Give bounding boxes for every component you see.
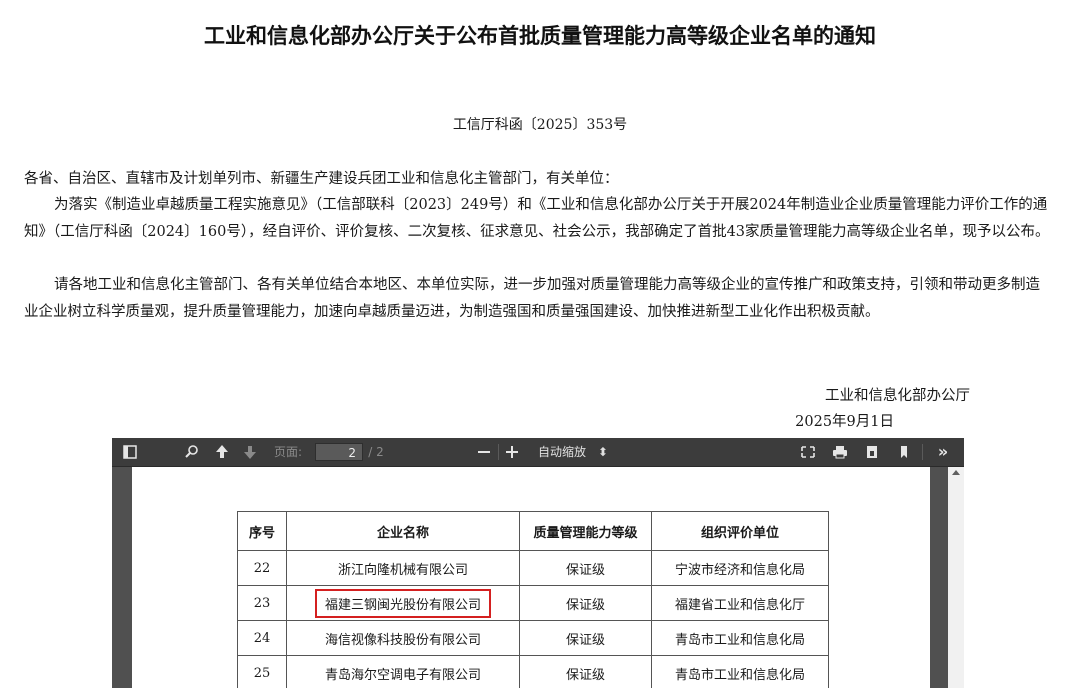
next-page-icon[interactable] <box>240 438 260 466</box>
cell-company: 海信视像科技股份有限公司 <box>286 620 520 656</box>
page-number-input[interactable]: 2 <box>315 443 363 461</box>
prev-page-icon[interactable] <box>212 438 232 466</box>
zoom-in-icon[interactable] <box>502 438 522 466</box>
addressee: 各省、自治区、直辖市及计划单列市、新疆生产建设兵团工业和信息化主管部门，有关单位… <box>24 171 619 187</box>
download-icon[interactable] <box>862 438 882 466</box>
cell-level: 保证级 <box>519 550 652 586</box>
cell-index: 25 <box>237 655 287 688</box>
enterprise-table: 序号 企业名称 质量管理能力等级 组织评价单位 22 浙江向隆机械有限公司 保证… <box>237 511 829 688</box>
pdf-toolbar: 页面: 2 / 2 自动缩放 ⬍ » <box>112 438 964 467</box>
pdf-page: 序号 企业名称 质量管理能力等级 组织评价单位 22 浙江向隆机械有限公司 保证… <box>132 467 930 688</box>
cell-company: 青岛海尔空调电子有限公司 <box>286 655 520 688</box>
header-company: 企业名称 <box>286 511 520 551</box>
cell-evaluator: 福建省工业和信息化厅 <box>651 585 829 621</box>
cell-company: 福建三钢闽光股份有限公司 <box>286 585 520 621</box>
header-index: 序号 <box>237 511 287 551</box>
cell-evaluator: 宁波市经济和信息化局 <box>651 550 829 586</box>
paragraph-1: 为落实《制造业卓越质量工程实施意见》（工信部联科〔2023〕249号）和《工业和… <box>24 197 1050 240</box>
cell-evaluator: 青岛市工业和信息化局 <box>651 655 829 688</box>
print-icon[interactable] <box>830 438 850 466</box>
cell-level: 保证级 <box>519 655 652 688</box>
scroll-up-icon[interactable] <box>952 470 960 475</box>
cell-company: 浙江向隆机械有限公司 <box>286 550 520 586</box>
page-total: / 2 <box>368 445 384 459</box>
signature-date: 2025年9月1日 <box>795 414 894 430</box>
toolbar-divider-right <box>922 444 923 460</box>
more-tools-icon[interactable]: » <box>932 438 954 466</box>
cell-evaluator: 青岛市工业和信息化局 <box>651 620 829 656</box>
header-level: 质量管理能力等级 <box>519 511 652 551</box>
table-row: 25 青岛海尔空调电子有限公司 保证级 青岛市工业和信息化局 <box>237 655 829 688</box>
table-header-row: 序号 企业名称 质量管理能力等级 组织评价单位 <box>237 511 829 551</box>
cell-index: 23 <box>237 585 287 621</box>
cell-index: 22 <box>237 550 287 586</box>
zoom-value: 自动缩放 <box>538 445 587 459</box>
vertical-scrollbar[interactable] <box>948 467 964 688</box>
cell-level: 保证级 <box>519 620 652 656</box>
highlight-box: 福建三钢闽光股份有限公司 <box>314 588 491 618</box>
cell-level: 保证级 <box>519 585 652 621</box>
search-icon[interactable] <box>182 438 202 466</box>
header-evaluator: 组织评价单位 <box>651 511 829 551</box>
select-arrows-icon: ⬍ <box>597 445 608 459</box>
zoom-out-icon[interactable] <box>474 438 494 466</box>
doc-number: 工信厅科函〔2025〕353号 <box>452 117 628 133</box>
pdf-viewer: 页面: 2 / 2 自动缩放 ⬍ » 序号 企业名称 质量管理能力等级 组织评价… <box>112 438 964 688</box>
bookmark-icon[interactable] <box>894 438 914 466</box>
table-row: 24 海信视像科技股份有限公司 保证级 青岛市工业和信息化局 <box>237 620 829 656</box>
presentation-icon[interactable] <box>798 438 818 466</box>
paragraph-2: 请各地工业和信息化主管部门、各有关单位结合本地区、本单位实际，进一步加强对质量管… <box>24 277 1040 320</box>
sidebar-toggle-icon[interactable] <box>120 438 140 466</box>
table-row-highlighted: 23 福建三钢闽光股份有限公司 保证级 福建省工业和信息化厅 <box>237 585 829 621</box>
cell-index: 24 <box>237 620 287 656</box>
pdf-canvas: 序号 企业名称 质量管理能力等级 组织评价单位 22 浙江向隆机械有限公司 保证… <box>112 467 964 688</box>
zoom-select[interactable]: 自动缩放 ⬍ <box>532 442 608 462</box>
toolbar-divider <box>498 444 499 460</box>
notice-title: 工业和信息化部办公厅关于公布首批质量管理能力高等级企业名单的通知 <box>204 24 876 48</box>
page-label: 页面: <box>273 445 303 459</box>
table-row: 22 浙江向隆机械有限公司 保证级 宁波市经济和信息化局 <box>237 550 829 586</box>
signature-org: 工业和信息化部办公厅 <box>825 388 970 404</box>
